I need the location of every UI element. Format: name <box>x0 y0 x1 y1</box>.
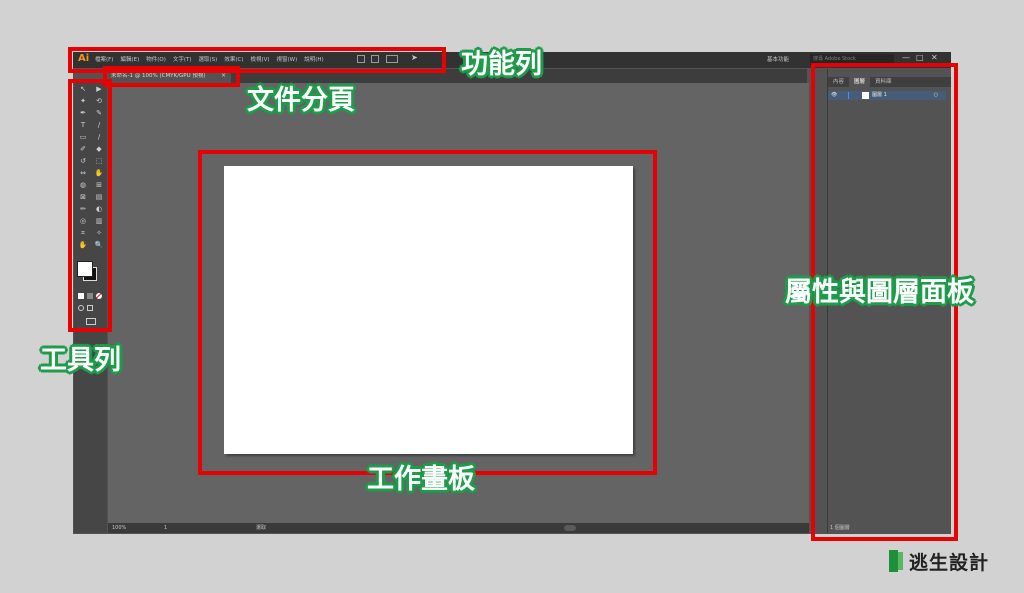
artboard-label: 工作畫板 <box>367 464 475 495</box>
artboard-highlight <box>198 150 657 475</box>
maximize-icon[interactable]: □ <box>916 53 924 62</box>
book-icon <box>889 550 903 572</box>
status-bar: 100% 1 選取 <box>108 523 809 533</box>
doc-tab-highlight <box>103 66 240 87</box>
brand-logo: 逃生設計 <box>889 548 989 574</box>
artboard-navigator[interactable]: 1 <box>164 523 167 533</box>
workspace-switcher[interactable]: 基本功能 <box>767 55 789 63</box>
close-icon[interactable]: ✕ <box>931 53 938 62</box>
panel-label: 屬性與圖層面板 <box>785 277 974 308</box>
minimize-icon[interactable]: — <box>902 53 910 62</box>
menubar-label: 功能列 <box>461 49 542 80</box>
brand-name: 逃生設計 <box>909 551 990 574</box>
doc-tab-label: 文件分頁 <box>247 85 355 116</box>
zoom-level[interactable]: 100% <box>112 523 126 533</box>
horizontal-scrollbar[interactable] <box>564 525 576 531</box>
status-text[interactable]: 選取 <box>256 523 266 533</box>
toolbar-label: 工具列 <box>40 345 121 376</box>
toolbar-highlight <box>68 79 112 332</box>
